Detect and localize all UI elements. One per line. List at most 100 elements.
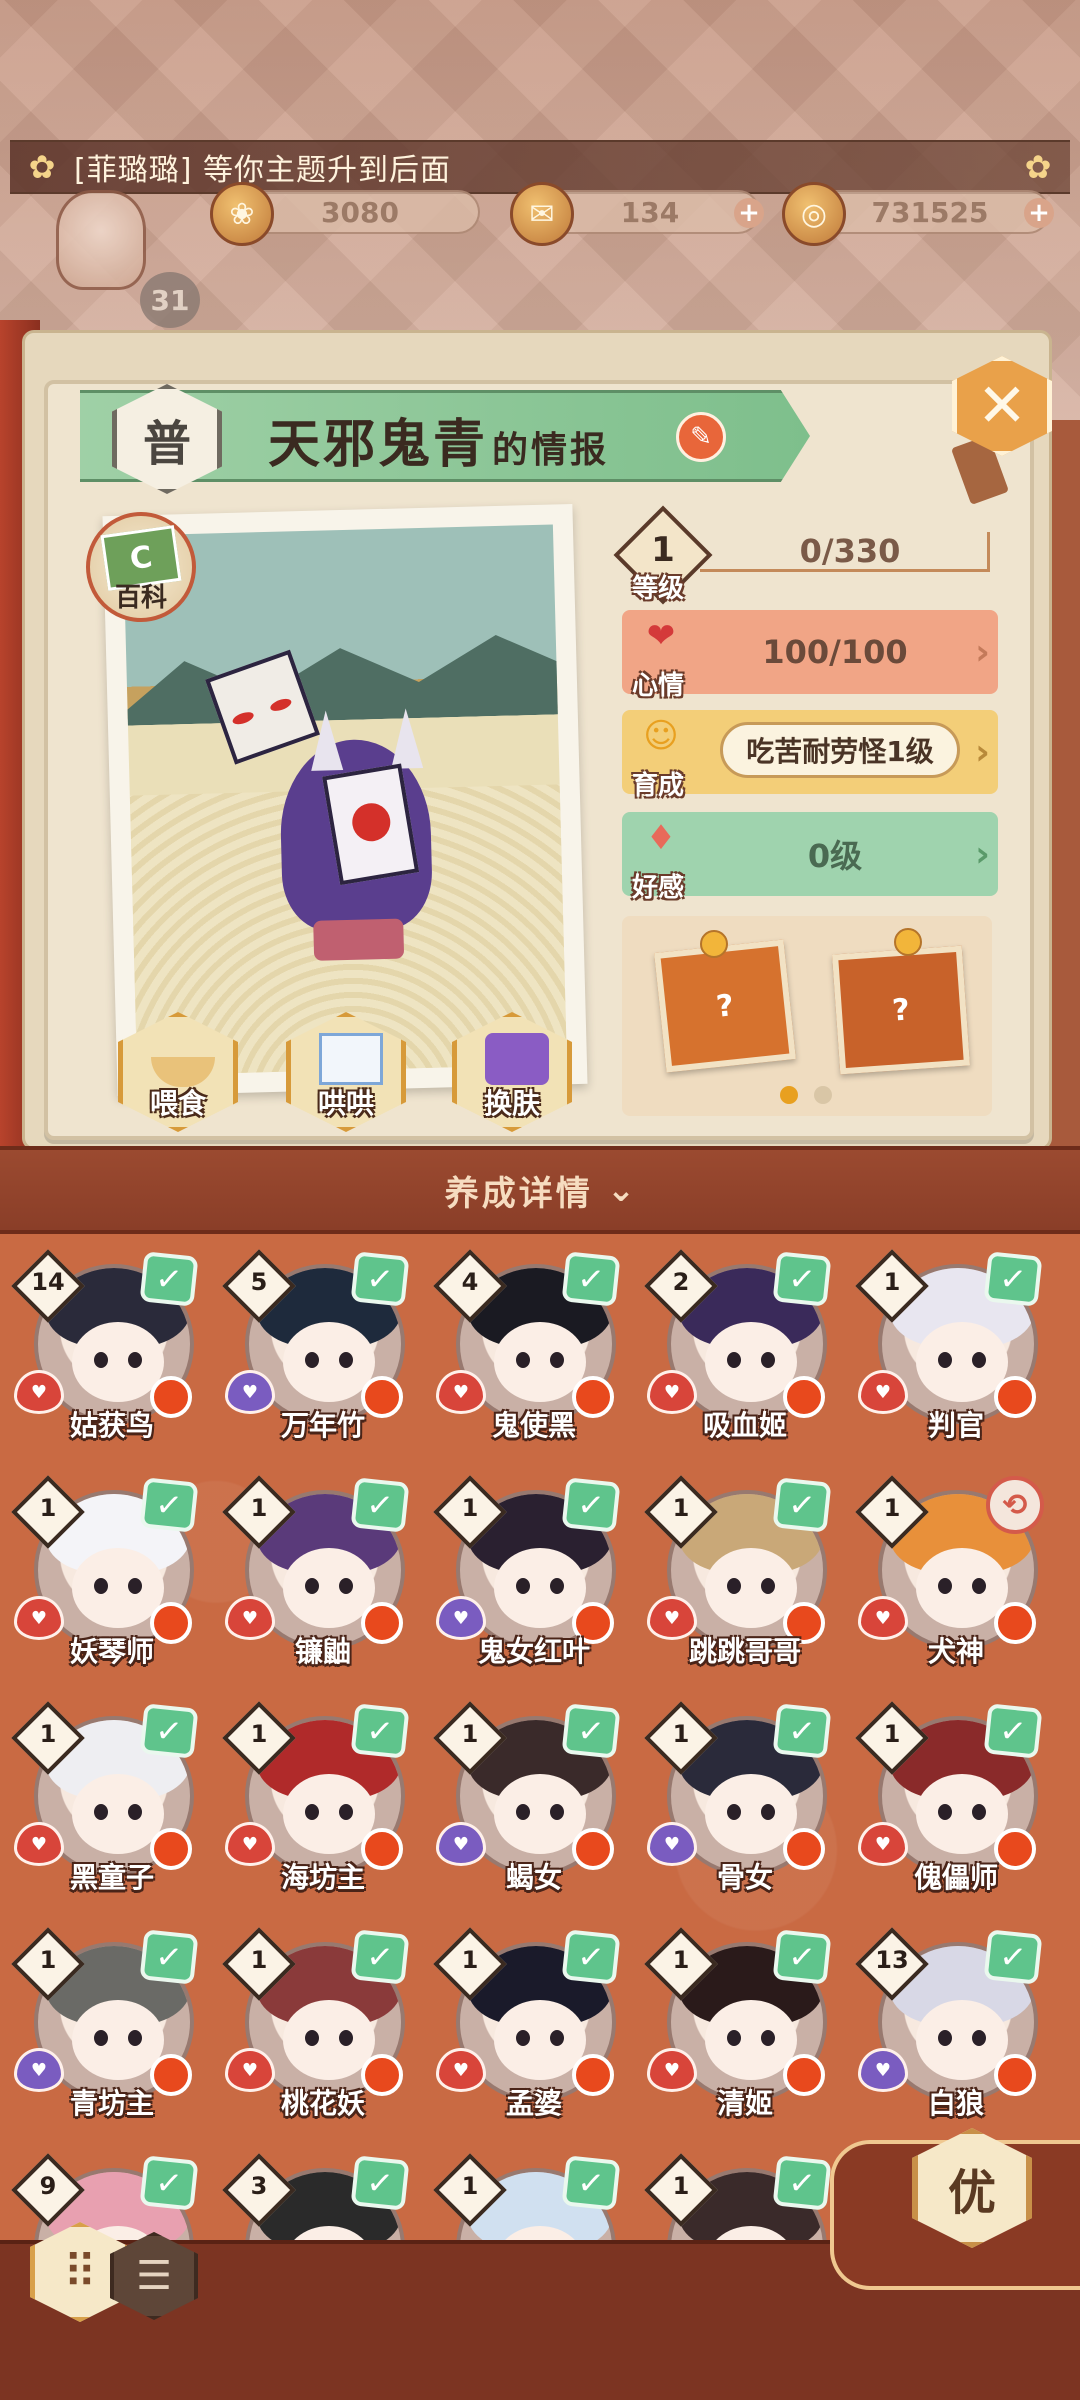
player-level-badge: 31 (140, 272, 200, 328)
shikigami-card[interactable]: 1 ✓ ♥ 青坊主 (11, 1927, 210, 2122)
player-avatar[interactable] (56, 190, 146, 290)
character-name-suffix: 的情报 (492, 430, 610, 471)
shikigami-name: 万年竹 (280, 1409, 365, 1442)
shikigami-level: 1 (250, 1720, 268, 1748)
shikigami-level: 1 (672, 1494, 690, 1522)
check-icon: ✓ (561, 1477, 621, 1533)
shikigami-card[interactable]: 5 ✓ ♥ 万年竹 (222, 1249, 421, 1444)
check-icon: ✓ (139, 1929, 199, 1985)
currency-row: 3080 ❀ 134 ✉ + 731525 ◎ + (0, 180, 1080, 290)
shikigami-card[interactable]: 1 ✓ ♥ 黑童子 (11, 1701, 210, 1896)
shikigami-card[interactable]: 2 ✓ ♥ 吸血姬 (644, 1249, 843, 1444)
shikigami-name: 判官 (927, 1409, 984, 1442)
pin-icon (894, 928, 922, 956)
shikigami-name: 清姬 (716, 2087, 773, 2120)
gift-card[interactable]: ? (654, 939, 796, 1073)
shikigami-card[interactable]: 1 ✓ ♥ 骨女 (644, 1701, 843, 1896)
rarity-text: 普 (142, 416, 191, 472)
ticket-value: 134 (620, 195, 680, 229)
check-icon: ✓ (772, 1929, 832, 1985)
shikigami-name: 鬼女红叶 (477, 1635, 590, 1668)
swap-icon[interactable]: ⟲ (986, 1476, 1044, 1534)
shikigami-card[interactable]: 13 ✓ ♥ 白狼 (855, 1927, 1054, 2122)
chevron-right-icon: › (975, 732, 990, 773)
add-coin-button[interactable]: + (1024, 198, 1054, 228)
page-indicator (814, 1086, 832, 1104)
shikigami-card[interactable]: 1 ✓ ♥ 判官 (855, 1249, 1054, 1444)
ticket-icon: ✉ (510, 182, 574, 246)
training-details-toggle[interactable]: 养成详情 ⌄ (0, 1146, 1080, 1234)
check-icon: ✓ (350, 1929, 410, 1985)
shikigami-name: 白狼 (927, 2087, 984, 2120)
chevron-down-icon: ⌄ (606, 1170, 636, 1210)
chevron-right-icon: › (975, 834, 990, 875)
shikigami-name: 青坊主 (69, 2087, 154, 2120)
pencil-icon: ✎ (690, 422, 712, 452)
shikigami-level: 1 (461, 1946, 479, 1974)
shikigami-name: 桃花妖 (280, 2087, 365, 2120)
gift-card[interactable]: ? (831, 945, 971, 1075)
add-ticket-button[interactable]: + (734, 198, 764, 228)
gem-counter: 3080 (240, 190, 480, 234)
shikigami-name: 骨女 (716, 1861, 773, 1894)
exp-progress: 0/330 (799, 532, 901, 570)
shikigami-level: 1 (883, 1494, 901, 1522)
shikigami-card[interactable]: 1 ✓ ♥ 傀儡师 (855, 1701, 1054, 1896)
shikigami-level: 1 (883, 1720, 901, 1748)
shikigami-level: 9 (39, 2172, 57, 2200)
coin-counter: 731525 (810, 190, 1050, 234)
shikigami-card[interactable]: 1 ✓ ♥ 鬼女红叶 (433, 1475, 632, 1670)
check-icon: ✓ (772, 1703, 832, 1759)
coin-value: 731525 (871, 195, 989, 229)
mood-label: 心情 (632, 671, 685, 701)
shikigami-level: 13 (875, 1946, 909, 1974)
check-icon: ✓ (561, 1251, 621, 1307)
training-trait: 吃苦耐劳怪1级 (720, 722, 960, 778)
check-icon: ✓ (350, 2155, 410, 2211)
shikigami-name: 蝎女 (505, 1861, 562, 1894)
smile-icon: ☺ (643, 716, 679, 756)
shikigami-card[interactable]: 1 ✓ ♥ 海坊主 (222, 1701, 421, 1896)
rename-button[interactable]: ✎ (676, 412, 726, 462)
shikigami-card[interactable]: 1 ✓ ♥ 妖琴师 (11, 1475, 210, 1670)
affection-label: 好感 (632, 873, 685, 903)
shikigami-card[interactable]: 4 ✓ ♥ 鬼使黑 (433, 1249, 632, 1444)
check-icon: ✓ (350, 1251, 410, 1307)
shikigami-name: 孟婆 (505, 2087, 562, 2120)
shikigami-card[interactable]: 1 ✓ ♥ 桃花妖 (222, 1927, 421, 2122)
check-icon: ✓ (561, 2155, 621, 2211)
shikigami-card[interactable]: 1 ✓ ♥ 跳跳哥哥 (644, 1475, 843, 1670)
milk-carton-icon (319, 1033, 383, 1085)
shikigami-card[interactable]: 1 ⟲ ♥ 犬神 (855, 1475, 1054, 1670)
shikigami-card[interactable]: 1 ✓ ♥ 清姬 (644, 1927, 843, 2122)
training-label: 育成 (632, 771, 685, 801)
shikigami-level: 14 (31, 1268, 65, 1296)
player-level: 31 (150, 283, 190, 317)
check-icon: ✓ (139, 1703, 199, 1759)
shikigami-card[interactable]: 14 ✓ ♥ 姑获鸟 (11, 1249, 210, 1444)
check-icon: ✓ (983, 1929, 1043, 1985)
shikigami-grid: 14 ✓ ♥ 姑获鸟 5 ✓ ♥ 万年竹 4 ✓ ♥ 鬼使黑 2 ✓ ♥ 吸血姬 1 ✓ ♥ 判官 1 ✓ ♥ 妖琴师 1 ✓ ♥ 镰… (0, 1234, 1080, 2260)
wiki-button[interactable]: C 百科 (86, 512, 196, 622)
shikigami-name: 傀儡师 (913, 1861, 998, 1894)
shikigami-card[interactable]: 1 ✓ ♥ 孟婆 (433, 1927, 632, 2122)
affection-value: 0级 (807, 837, 863, 875)
check-icon: ✓ (772, 1251, 832, 1307)
character-sprite (205, 649, 454, 962)
level-number: 1 (651, 530, 675, 570)
sign-icon (205, 649, 320, 765)
affection-row[interactable]: ♦ 好感 0级 › (622, 812, 998, 903)
gem-icon: ❀ (210, 182, 274, 246)
optimize-label: 优 (947, 2165, 996, 2221)
shikigami-name: 姑获鸟 (69, 1409, 154, 1442)
shikigami-card[interactable]: 1 ✓ ♥ 蝎女 (433, 1701, 632, 1896)
mood-value: 100/100 (762, 633, 908, 671)
check-icon: ✓ (772, 2155, 832, 2211)
character-name: 天邪鬼青 (268, 415, 489, 475)
mood-row[interactable]: ❤ 心情 100/100 › (622, 610, 998, 701)
shikigami-level: 1 (39, 1946, 57, 1974)
gift-symbol: ? (714, 987, 736, 1025)
gem-value: 3080 (321, 195, 399, 229)
shikigami-level: 1 (672, 2172, 690, 2200)
shikigami-card[interactable]: 1 ✓ ♥ 镰鼬 (222, 1475, 421, 1670)
